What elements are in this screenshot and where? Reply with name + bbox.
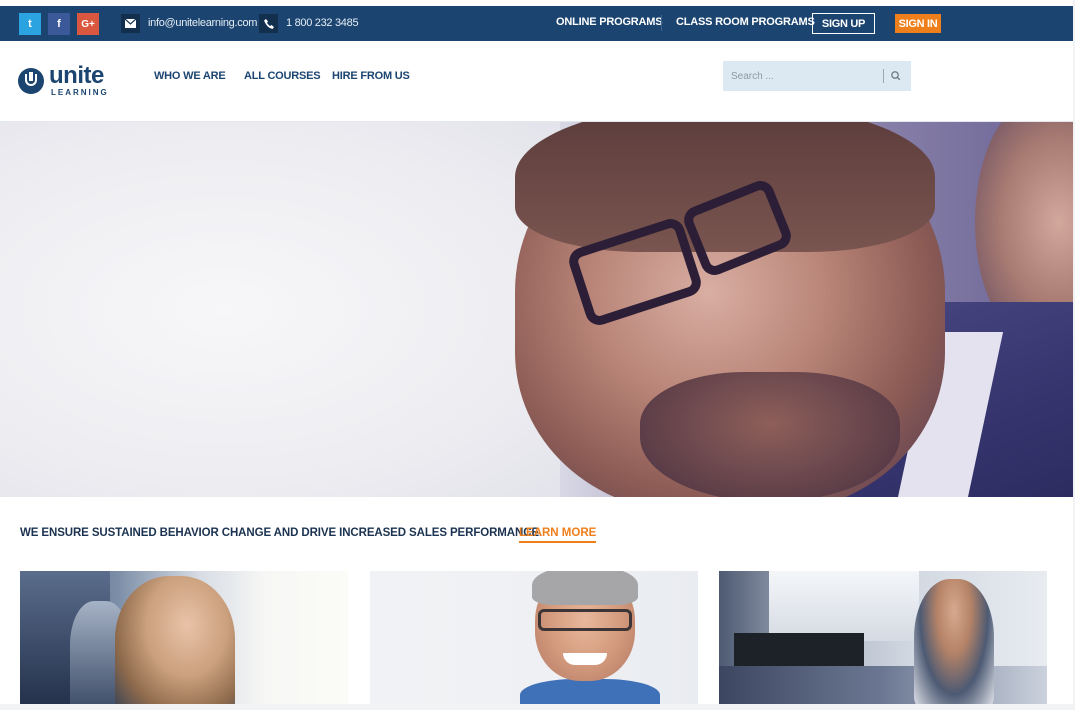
nav-who-we-are[interactable]: WHO WE ARE [154,70,226,82]
unite-learning-logo[interactable]: unite LEARNING [18,62,118,100]
top-divider [661,15,662,31]
nav-all-courses[interactable]: ALL COURSES [244,70,321,82]
course-card-image[interactable] [719,571,1047,704]
twitter-icon[interactable]: t [19,13,41,35]
sign-in-button[interactable]: SIGN IN [895,14,941,33]
hero-image [0,122,1073,497]
tagline: WE ENSURE SUSTAINED BEHAVIOR CHANGE AND … [20,527,543,539]
classroom-programs-link[interactable]: CLASS ROOM PROGRAMS [676,16,815,28]
search-box [723,61,911,91]
logo-mark-icon [18,68,44,94]
course-card-image[interactable] [20,571,348,704]
search-separator [883,69,884,83]
search-icon[interactable] [889,69,903,83]
contact-phone[interactable]: 1 800 232 3485 [286,17,359,29]
phone-icon [259,14,278,33]
facebook-icon[interactable]: f [48,13,70,35]
page: t f G+ info@unitelearning.com 1 800 232 … [0,0,1075,710]
contact-email[interactable]: info@unitelearning.com [148,17,257,29]
nav-hire-from-us[interactable]: HIRE FROM US [332,70,410,82]
envelope-icon [121,14,140,33]
online-programs-link[interactable]: ONLINE PROGRAMS [556,16,663,28]
learn-more-link[interactable]: LEARN MORE [519,527,597,543]
logo-wordmark: unite [49,62,104,89]
bottom-edge [0,704,1075,710]
site-header: unite LEARNING WHO WE ARE ALL COURSES HI… [0,41,1073,122]
logo-subtitle: LEARNING [51,88,109,97]
sign-up-button[interactable]: SIGN UP [812,13,875,34]
search-input[interactable] [723,61,883,91]
google-plus-icon[interactable]: G+ [77,13,99,35]
course-card-image[interactable] [370,571,698,704]
